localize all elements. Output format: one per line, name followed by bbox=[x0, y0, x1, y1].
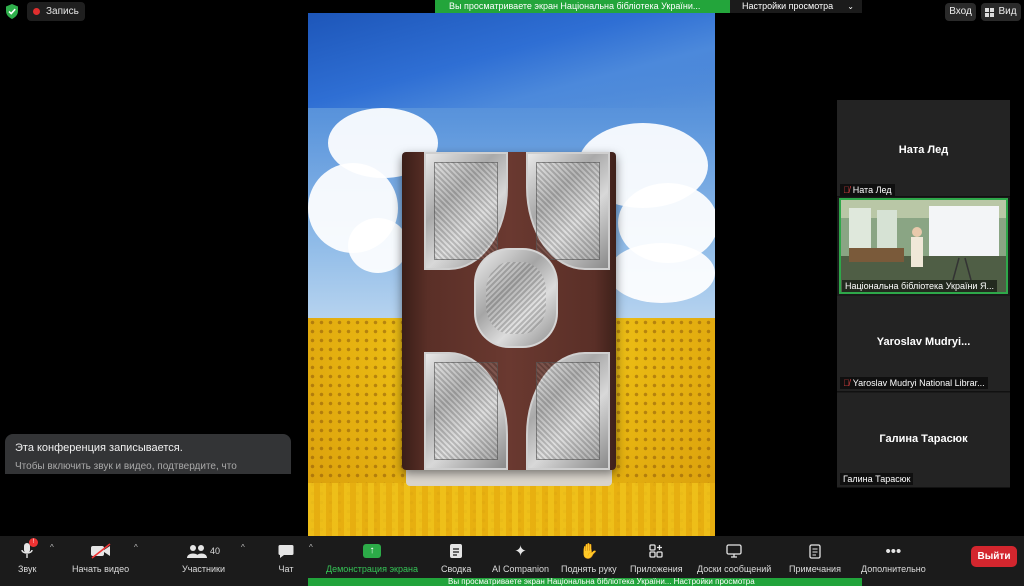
audio-options-caret-icon[interactable]: ^ bbox=[50, 543, 54, 552]
recording-button[interactable]: Запись bbox=[27, 2, 85, 21]
participants-options-caret-icon[interactable]: ^ bbox=[241, 543, 245, 552]
raise-hand-label: Поднять руку bbox=[561, 564, 617, 574]
whiteboard-icon bbox=[726, 540, 742, 562]
chat-options-caret-icon[interactable]: ^ bbox=[309, 543, 313, 552]
video-options-caret-icon[interactable]: ^ bbox=[134, 543, 138, 552]
notes-label: Примечания bbox=[789, 564, 841, 574]
embroidery-ornament bbox=[308, 483, 715, 536]
login-button[interactable]: Вход bbox=[945, 3, 976, 21]
more-label: Дополнительно bbox=[861, 564, 926, 574]
notice-body: Чтобы включить звук и видео, подтвердите… bbox=[15, 461, 237, 472]
participant-label: Національна бібліотека України Я... bbox=[842, 280, 997, 292]
apps-icon bbox=[649, 540, 663, 562]
leave-meeting-button[interactable]: Выйти bbox=[971, 546, 1017, 567]
participant-tile[interactable]: Yaroslav Mudryi... 🎙̸ Yaroslav Mudryi Na… bbox=[837, 296, 1010, 392]
whiteboards-button[interactable]: Доски сообщений bbox=[697, 540, 771, 582]
view-button[interactable]: Вид bbox=[981, 3, 1021, 21]
chat-label: Чат bbox=[278, 564, 294, 574]
participants-panel: Ната Лед 🎙̸ Ната Лед Національна бібліот… bbox=[837, 100, 1010, 488]
ai-companion-button[interactable]: ✦ AI Companion bbox=[492, 540, 549, 582]
share-screen-icon: ↑ bbox=[362, 540, 381, 562]
cloud bbox=[348, 218, 408, 273]
grid-view-icon bbox=[985, 7, 995, 17]
participant-tile[interactable]: Ната Лед 🎙̸ Ната Лед bbox=[837, 100, 1010, 197]
recording-label: Запись bbox=[46, 6, 79, 17]
participant-label-text: Yaroslav Mudryi National Librar... bbox=[852, 378, 985, 388]
silver-center-medallion bbox=[474, 248, 558, 348]
silver-corner bbox=[526, 352, 610, 470]
sparkle-icon: ✦ bbox=[514, 543, 527, 560]
audio-button[interactable]: ! Звук bbox=[18, 538, 39, 582]
participant-label-text: Галина Тарасюк bbox=[843, 474, 911, 484]
mic-muted-icon: 🎙̸ bbox=[843, 378, 850, 388]
notice-title: Эта конференция записывается. bbox=[15, 442, 183, 454]
participant-label: 🎙̸ Ната Лед bbox=[840, 184, 895, 196]
book-image bbox=[402, 152, 616, 490]
summary-button[interactable]: Сводка bbox=[441, 540, 471, 582]
participants-button[interactable]: 40 Участники bbox=[182, 540, 225, 582]
participant-name: Галина Тарасюк bbox=[879, 433, 968, 445]
cloud bbox=[608, 243, 715, 303]
screen-share-banner: Вы просматриваете экран Національна бібл… bbox=[435, 0, 730, 13]
notes-button[interactable]: Примечания bbox=[789, 540, 841, 582]
microphone-icon: ! bbox=[20, 538, 39, 562]
participant-tile[interactable]: Галина Тарасюк Галина Тарасюк bbox=[837, 393, 1010, 488]
apps-button[interactable]: Приложения bbox=[630, 540, 683, 582]
participant-label-text: Ната Лед bbox=[852, 185, 892, 195]
view-settings-label: Настройки просмотра bbox=[742, 1, 834, 11]
apps-label: Приложения bbox=[630, 564, 683, 574]
chat-button[interactable]: Чат bbox=[278, 540, 294, 582]
security-shield-icon[interactable] bbox=[5, 4, 19, 19]
video-off-icon bbox=[90, 540, 112, 562]
view-settings-dropdown[interactable]: Настройки просмотра ⌄ bbox=[730, 0, 862, 13]
book-cover bbox=[402, 152, 616, 470]
participant-label: Галина Тарасюк bbox=[840, 473, 914, 485]
more-dots-icon: ••• bbox=[885, 542, 902, 560]
share-screen-button[interactable]: ↑ Демонстрация экрана bbox=[326, 540, 418, 582]
participants-label: Участники bbox=[182, 564, 225, 574]
notes-icon bbox=[809, 540, 821, 562]
recording-dot-icon bbox=[33, 8, 40, 15]
alert-badge-icon: ! bbox=[29, 538, 39, 547]
waving-flag bbox=[308, 13, 715, 108]
recording-notice: Эта конференция записывается. Чтобы вклю… bbox=[5, 434, 291, 474]
start-video-button[interactable]: Начать видео bbox=[72, 540, 129, 582]
hand-icon: ✋ bbox=[579, 543, 599, 560]
chevron-down-icon: ⌄ bbox=[847, 2, 854, 11]
participant-name: Ната Лед bbox=[898, 144, 949, 156]
mic-muted-icon: 🎙̸ bbox=[843, 185, 850, 195]
view-label: Вид bbox=[998, 6, 1017, 17]
share-screen-label: Демонстрация экрана bbox=[326, 564, 418, 574]
participants-count: 40 bbox=[209, 546, 220, 556]
participant-name: Yaroslav Mudryi... bbox=[876, 336, 971, 348]
silver-corner bbox=[424, 352, 508, 470]
summary-icon bbox=[449, 540, 463, 562]
bottom-share-strip: Вы просматриваете экран Національна бібл… bbox=[308, 578, 862, 586]
video-label: Начать видео bbox=[72, 564, 130, 574]
summary-label: Сводка bbox=[441, 564, 472, 574]
raise-hand-button[interactable]: ✋ Поднять руку bbox=[561, 540, 617, 582]
participant-video-tile[interactable]: Національна бібліотека України Я... bbox=[839, 198, 1008, 294]
audio-label: Звук bbox=[18, 564, 37, 574]
participants-icon: 40 bbox=[186, 540, 220, 562]
whiteboards-label: Доски сообщений bbox=[697, 564, 772, 574]
ai-companion-label: AI Companion bbox=[492, 564, 550, 574]
participant-label: 🎙̸ Yaroslav Mudryi National Librar... bbox=[840, 377, 988, 389]
participant-label-text: Національна бібліотека України Я... bbox=[845, 281, 994, 291]
chat-icon bbox=[278, 540, 294, 562]
more-button[interactable]: ••• Дополнительно bbox=[861, 540, 926, 582]
